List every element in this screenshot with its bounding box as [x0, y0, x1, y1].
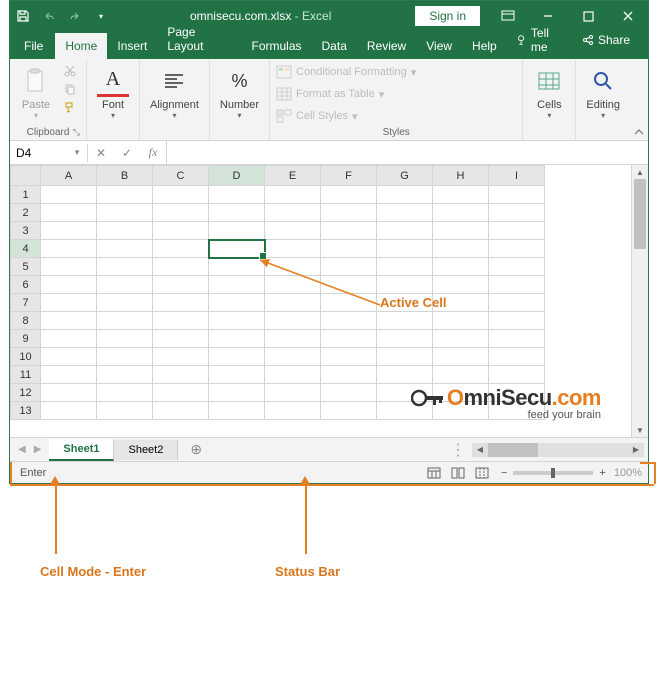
tab-formulas[interactable]: Formulas: [242, 33, 312, 59]
group-editing: Editing▾: [576, 59, 630, 140]
formula-input[interactable]: [167, 144, 648, 162]
zoom-in-icon[interactable]: +: [599, 467, 605, 479]
row-header[interactable]: 8: [11, 312, 41, 330]
signin-button[interactable]: Sign in: [415, 6, 480, 26]
alignment-button[interactable]: Alignment▾: [146, 63, 203, 122]
select-all-corner[interactable]: [11, 166, 41, 186]
col-header[interactable]: I: [489, 166, 545, 186]
cells-button[interactable]: Cells▾: [529, 63, 569, 122]
group-alignment: Alignment▾: [140, 59, 210, 140]
row-header[interactable]: 6: [11, 276, 41, 294]
vertical-scrollbar[interactable]: ▲ ▼: [631, 165, 648, 437]
editing-button[interactable]: Editing▾: [582, 63, 624, 122]
annotation-cell-mode: Cell Mode - Enter: [40, 564, 146, 579]
ribbon: Paste▾ Clipboard⤡ A Font▾: [10, 59, 648, 141]
col-header[interactable]: B: [97, 166, 153, 186]
number-button[interactable]: % Number▾: [216, 63, 263, 122]
copy-icon[interactable]: [60, 81, 80, 97]
tell-me[interactable]: Tell me: [507, 21, 572, 59]
new-sheet-icon[interactable]: ⊕: [178, 441, 214, 458]
group-cells: Cells▾: [523, 59, 576, 140]
redo-icon[interactable]: [62, 3, 88, 29]
enter-formula-icon[interactable]: ✓: [114, 141, 140, 165]
horizontal-scrollbar[interactable]: ⋮ ◀ ▶: [214, 440, 648, 460]
sheet-nav-next-icon[interactable]: ▶: [34, 444, 42, 455]
name-box[interactable]: D4▼: [10, 144, 88, 162]
group-number: % Number▾: [210, 59, 270, 140]
row-header[interactable]: 3: [11, 222, 41, 240]
row-header[interactable]: 4: [11, 240, 41, 258]
page-layout-view-icon[interactable]: [447, 464, 469, 482]
sheet-tab[interactable]: Sheet2: [114, 440, 178, 460]
worksheet-area: A B C D E F G H I 1 2 3 4 5 6 7 8 9: [10, 165, 648, 437]
conditional-formatting-button[interactable]: Conditional Formatting ▾: [276, 63, 416, 81]
cell-mode-indicator: Enter: [16, 467, 50, 479]
col-header[interactable]: G: [377, 166, 433, 186]
row-header[interactable]: 9: [11, 330, 41, 348]
cancel-formula-icon[interactable]: ✕: [88, 141, 114, 165]
row-header[interactable]: 12: [11, 384, 41, 402]
tab-home[interactable]: Home: [55, 33, 107, 59]
col-header[interactable]: C: [153, 166, 209, 186]
row-header[interactable]: 11: [11, 366, 41, 384]
normal-view-icon[interactable]: [423, 464, 445, 482]
tab-help[interactable]: Help: [462, 33, 507, 59]
group-clipboard: Paste▾ Clipboard⤡: [10, 59, 87, 140]
sheet-nav-prev-icon[interactable]: ◀: [18, 444, 26, 455]
zoom-level[interactable]: 100%: [614, 467, 642, 479]
collapse-ribbon-icon[interactable]: [630, 59, 648, 140]
callout-area: Cell Mode - Enter Status Bar: [0, 484, 658, 624]
row-header[interactable]: 5: [11, 258, 41, 276]
tab-file[interactable]: File: [14, 33, 53, 59]
format-painter-icon[interactable]: [60, 99, 80, 115]
cell-grid[interactable]: A B C D E F G H I 1 2 3 4 5 6 7 8 9: [10, 165, 545, 420]
group-styles: Conditional Formatting ▾ Format as Table…: [270, 59, 523, 140]
undo-icon[interactable]: [36, 3, 62, 29]
zoom-slider[interactable]: − +: [501, 467, 606, 479]
save-icon[interactable]: [10, 3, 36, 29]
tab-view[interactable]: View: [416, 33, 462, 59]
ribbon-tabs: File Home Insert Page Layout Formulas Da…: [10, 31, 648, 59]
row-header[interactable]: 10: [11, 348, 41, 366]
col-header[interactable]: A: [41, 166, 97, 186]
row-header[interactable]: 7: [11, 294, 41, 312]
share-button[interactable]: Share: [572, 28, 640, 52]
excel-window: ▾ omnisecu.com.xlsx - Excel Sign in File…: [9, 0, 649, 484]
col-header[interactable]: D: [209, 166, 265, 186]
font-button[interactable]: A Font▾: [93, 63, 133, 122]
status-bar: Enter − + 100%: [10, 461, 648, 483]
annotation-status-bar: Status Bar: [275, 564, 340, 579]
row-header[interactable]: 2: [11, 204, 41, 222]
col-header[interactable]: F: [321, 166, 377, 186]
page-break-view-icon[interactable]: [471, 464, 493, 482]
format-as-table-button[interactable]: Format as Table ▾: [276, 85, 384, 103]
cut-icon[interactable]: [60, 63, 80, 79]
insert-function-icon[interactable]: fx: [140, 141, 166, 165]
tab-data[interactable]: Data: [312, 33, 357, 59]
qa-customize-icon[interactable]: ▾: [88, 3, 114, 29]
tab-page-layout[interactable]: Page Layout: [157, 19, 241, 59]
group-font: A Font▾: [87, 59, 140, 140]
col-header[interactable]: E: [265, 166, 321, 186]
sheet-tab[interactable]: Sheet1: [49, 439, 114, 461]
tab-review[interactable]: Review: [357, 33, 416, 59]
paste-button[interactable]: Paste▾: [16, 63, 56, 122]
active-cell[interactable]: [209, 240, 265, 258]
sheet-tab-bar: ◀ ▶ Sheet1 Sheet2 ⊕ ⋮ ◀ ▶: [10, 437, 648, 461]
row-header[interactable]: 1: [11, 186, 41, 204]
row-header[interactable]: 13: [11, 402, 41, 420]
zoom-out-icon[interactable]: −: [501, 467, 507, 479]
cell-styles-button[interactable]: Cell Styles ▾: [276, 107, 358, 125]
tab-insert[interactable]: Insert: [107, 33, 157, 59]
col-header[interactable]: H: [433, 166, 489, 186]
formula-bar: D4▼ ✕ ✓ fx: [10, 141, 648, 165]
